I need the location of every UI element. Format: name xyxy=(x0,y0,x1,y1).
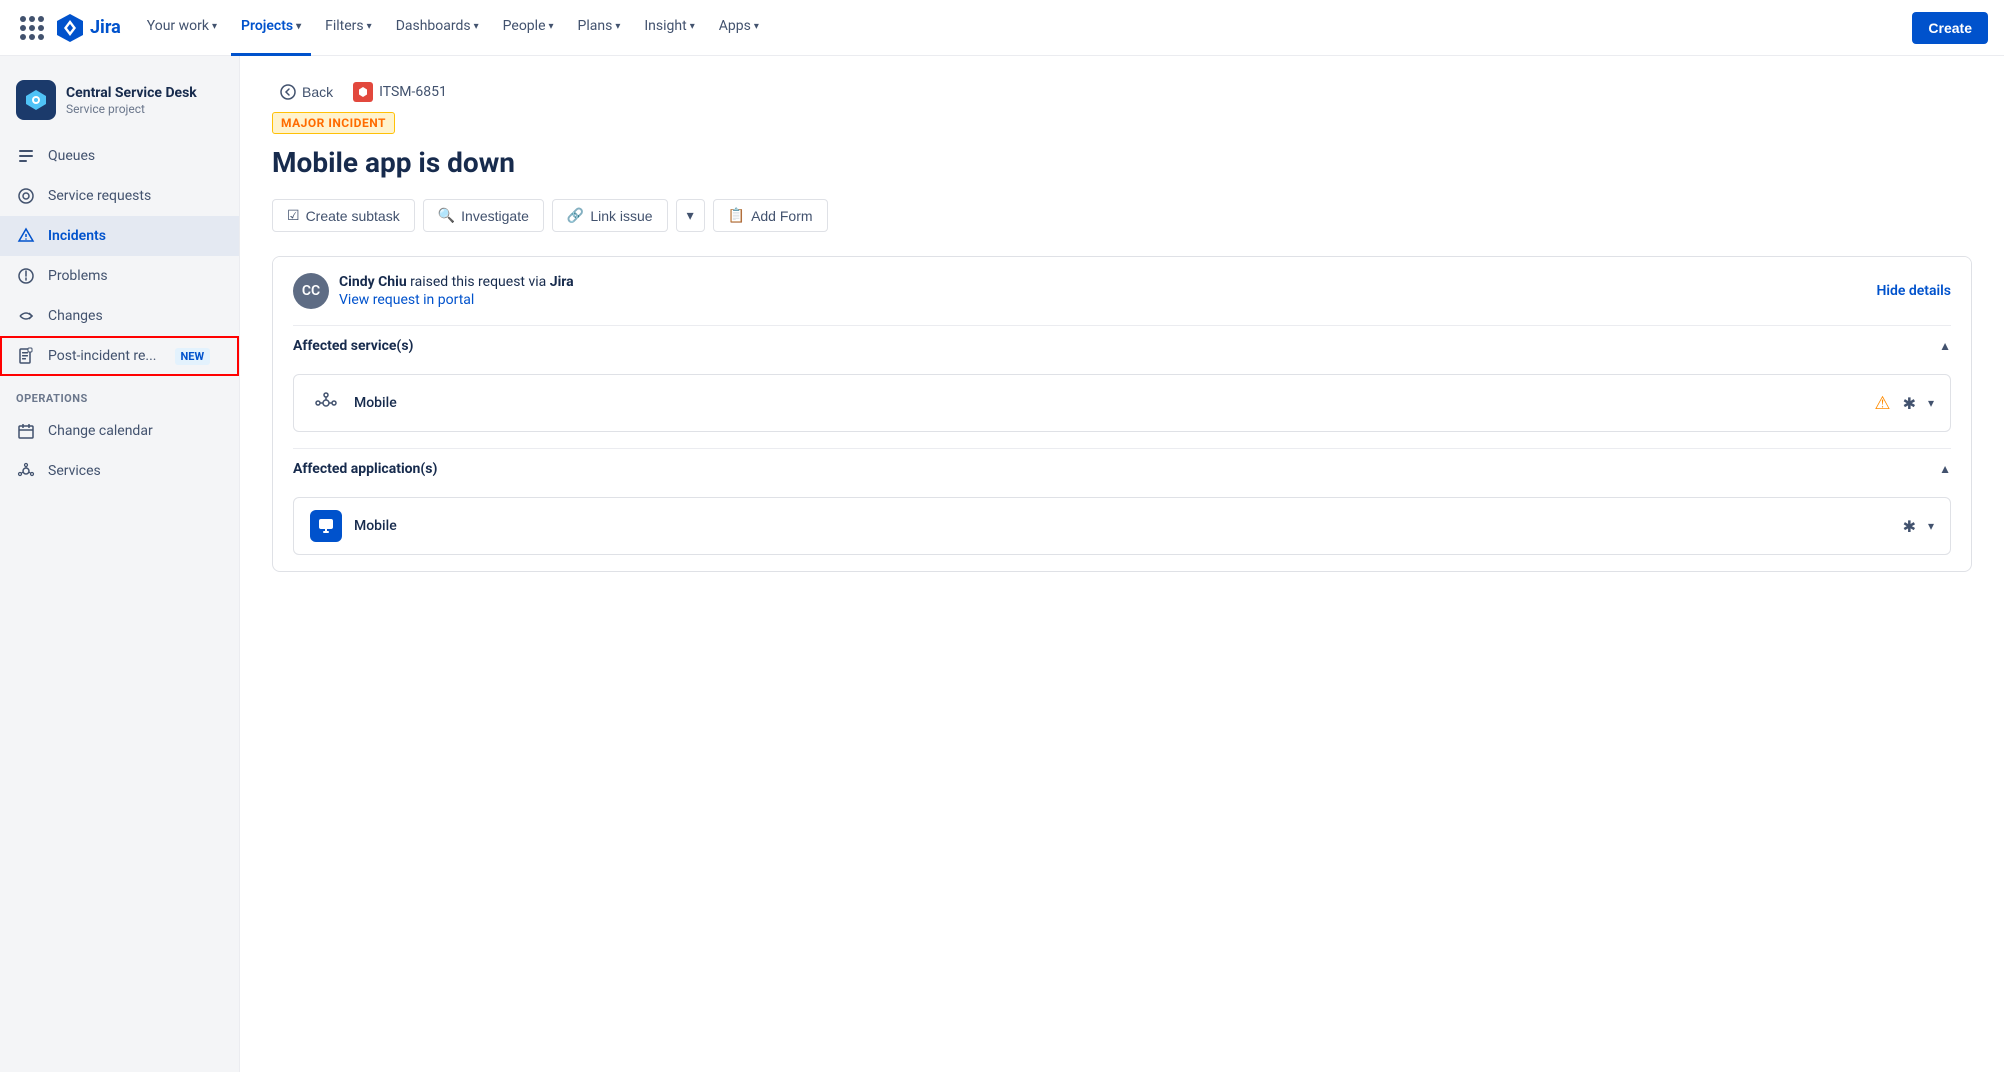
issue-id-badge: ITSM-6851 xyxy=(353,82,447,102)
project-type: Service project xyxy=(66,102,197,116)
application-item-mobile: Mobile ✱ ▾ xyxy=(293,497,1951,555)
chevron-down-icon: ▾ xyxy=(367,21,372,32)
chevron-down-icon: ▾ xyxy=(212,21,217,32)
sidebar-item-incidents[interactable]: Incidents xyxy=(0,216,239,256)
asterisk-icon[interactable]: ✱ xyxy=(1903,394,1916,413)
chevron-down-icon: ▾ xyxy=(549,21,554,32)
operations-section-header: OPERATIONS xyxy=(0,376,239,411)
back-button[interactable]: Back xyxy=(272,80,341,104)
app-layout: Central Service Desk Service project Que… xyxy=(0,56,2004,1072)
add-form-button[interactable]: 📋 Add Form xyxy=(713,199,828,232)
more-actions-button[interactable]: ▾ xyxy=(676,199,705,232)
project-name: Central Service Desk xyxy=(66,84,197,102)
avatar: CC xyxy=(293,273,329,309)
major-incident-badge: MAJOR INCIDENT xyxy=(272,112,395,134)
project-header: Central Service Desk Service project xyxy=(0,72,239,136)
app-icon xyxy=(310,510,342,542)
sidebar-item-services[interactable]: Services xyxy=(0,451,239,491)
create-subtask-button[interactable]: ☑ Create subtask xyxy=(272,199,415,232)
affected-services-header: Affected service(s) ▲ xyxy=(293,325,1951,366)
investigate-button[interactable]: 🔍 Investigate xyxy=(423,199,544,232)
back-arrow-icon xyxy=(280,84,296,100)
sidebar-item-changes[interactable]: Changes xyxy=(0,296,239,336)
chevron-up-icon[interactable]: ▲ xyxy=(1939,339,1951,353)
itsm-icon xyxy=(353,82,373,102)
top-navigation: Jira Your work ▾ Projects ▾ Filters ▾ Da… xyxy=(0,0,2004,56)
expand-icon[interactable]: ▾ xyxy=(1928,396,1934,410)
service-item-mobile: Mobile ⚠ ✱ ▾ xyxy=(293,374,1951,432)
jira-logo[interactable]: Jira xyxy=(56,14,121,42)
chevron-down-icon: ▾ xyxy=(296,21,301,32)
chevron-up-icon[interactable]: ▲ xyxy=(1939,462,1951,476)
affected-applications-header: Affected application(s) ▲ xyxy=(293,448,1951,489)
nav-your-work[interactable]: Your work ▾ xyxy=(137,0,227,56)
nav-apps[interactable]: Apps ▾ xyxy=(709,0,769,56)
network-icon xyxy=(310,387,342,419)
sidebar-item-service-requests[interactable]: Service requests xyxy=(0,176,239,216)
project-icon xyxy=(16,80,56,120)
requestor-text: Cindy Chiu raised this request via Jira xyxy=(339,274,574,290)
issue-title: Mobile app is down xyxy=(272,146,1972,179)
services-icon xyxy=(16,461,36,481)
nav-plans[interactable]: Plans ▾ xyxy=(568,0,631,56)
service-requests-icon xyxy=(16,186,36,206)
link-issue-button[interactable]: 🔗 Link issue xyxy=(552,199,668,232)
action-bar: ☑ Create subtask 🔍 Investigate 🔗 Link is… xyxy=(272,199,1972,232)
nav-dashboards[interactable]: Dashboards ▾ xyxy=(386,0,489,56)
changes-icon xyxy=(16,306,36,326)
app-item-right: ✱ ▾ xyxy=(1903,517,1934,536)
affected-services-section: Affected service(s) ▲ xyxy=(273,325,1971,448)
search-icon: 🔍 xyxy=(438,207,455,224)
nav-filters[interactable]: Filters ▾ xyxy=(315,0,382,56)
post-incident-icon xyxy=(16,346,36,366)
sidebar-item-post-incident[interactable]: Post-incident re... NEW xyxy=(0,336,239,376)
project-info: Central Service Desk Service project xyxy=(66,84,197,116)
requestor-section: CC Cindy Chiu raised this request via Ji… xyxy=(273,257,1971,325)
nav-people[interactable]: People ▾ xyxy=(493,0,564,56)
link-icon: 🔗 xyxy=(567,207,584,224)
problems-icon xyxy=(16,266,36,286)
sidebar: Central Service Desk Service project Que… xyxy=(0,56,240,1072)
form-icon: 📋 xyxy=(728,207,745,224)
app-item-left: Mobile xyxy=(310,510,397,542)
chevron-down-icon: ▾ xyxy=(690,21,695,32)
chevron-down-icon: ▾ xyxy=(687,207,694,224)
main-content: Back ITSM-6851 MAJOR INCIDENT Mobile app… xyxy=(240,56,2004,1072)
asterisk-icon[interactable]: ✱ xyxy=(1903,517,1916,536)
detail-card: CC Cindy Chiu raised this request via Ji… xyxy=(272,256,1972,572)
affected-applications-section: Affected application(s) ▲ Mobile xyxy=(273,448,1971,571)
queues-icon xyxy=(16,146,36,166)
logo-text: Jira xyxy=(90,17,121,38)
requestor-info: Cindy Chiu raised this request via Jira … xyxy=(339,274,574,308)
checkbox-icon: ☑ xyxy=(287,207,300,224)
sidebar-item-queues[interactable]: Queues xyxy=(0,136,239,176)
nav-insight[interactable]: Insight ▾ xyxy=(634,0,704,56)
hide-details-link[interactable]: Hide details xyxy=(1876,283,1951,299)
incidents-icon xyxy=(16,226,36,246)
grid-menu-icon[interactable] xyxy=(16,12,48,44)
expand-icon[interactable]: ▾ xyxy=(1928,519,1934,533)
nav-projects[interactable]: Projects ▾ xyxy=(231,0,311,56)
chevron-down-icon: ▾ xyxy=(474,21,479,32)
service-item-left: Mobile xyxy=(310,387,397,419)
view-portal-link[interactable]: View request in portal xyxy=(339,292,574,308)
chevron-down-icon: ▾ xyxy=(615,21,620,32)
warning-icon: ⚠ xyxy=(1874,393,1890,414)
back-row: Back ITSM-6851 xyxy=(272,80,1972,104)
requestor-row: CC Cindy Chiu raised this request via Ji… xyxy=(293,273,574,309)
sidebar-item-problems[interactable]: Problems xyxy=(0,256,239,296)
create-button[interactable]: Create xyxy=(1912,12,1988,44)
chevron-down-icon: ▾ xyxy=(754,21,759,32)
calendar-icon xyxy=(16,421,36,441)
new-badge: NEW xyxy=(175,348,211,365)
sidebar-item-change-calendar[interactable]: Change calendar xyxy=(0,411,239,451)
service-item-right: ⚠ ✱ ▾ xyxy=(1874,393,1934,414)
